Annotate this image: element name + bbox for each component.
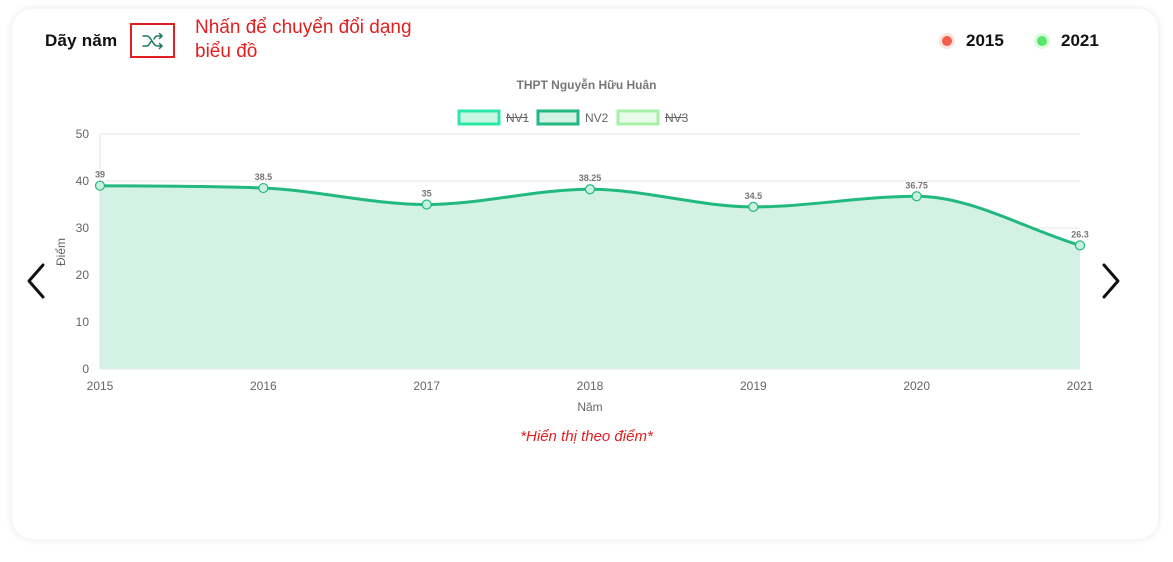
chart-title: THPT Nguyễn Hữu Huân — [516, 78, 657, 92]
legend-dot-end — [1037, 36, 1047, 46]
legend-year-end-label: 2021 — [1061, 31, 1099, 50]
chevron-left-icon — [27, 263, 45, 299]
legend-year-start: 2015 — [942, 31, 1004, 51]
legend-year-start-label: 2015 — [966, 31, 1004, 50]
year-range-label: Dãy năm — [45, 31, 118, 50]
toggle-hint-text: Nhấn để chuyển đổi dạng biểu đồ — [195, 17, 412, 62]
legend-year-end: 2021 — [1037, 31, 1099, 51]
shuffle-icon — [141, 32, 163, 49]
chevron-right-icon — [1102, 263, 1120, 299]
previous-arrow-button[interactable] — [25, 262, 47, 305]
legend-dot-start — [942, 36, 952, 46]
chart-type-toggle-button[interactable] — [130, 23, 175, 58]
display-mode-note: *Hiển thị theo điểm* — [520, 428, 653, 445]
next-arrow-button[interactable] — [1100, 262, 1122, 305]
